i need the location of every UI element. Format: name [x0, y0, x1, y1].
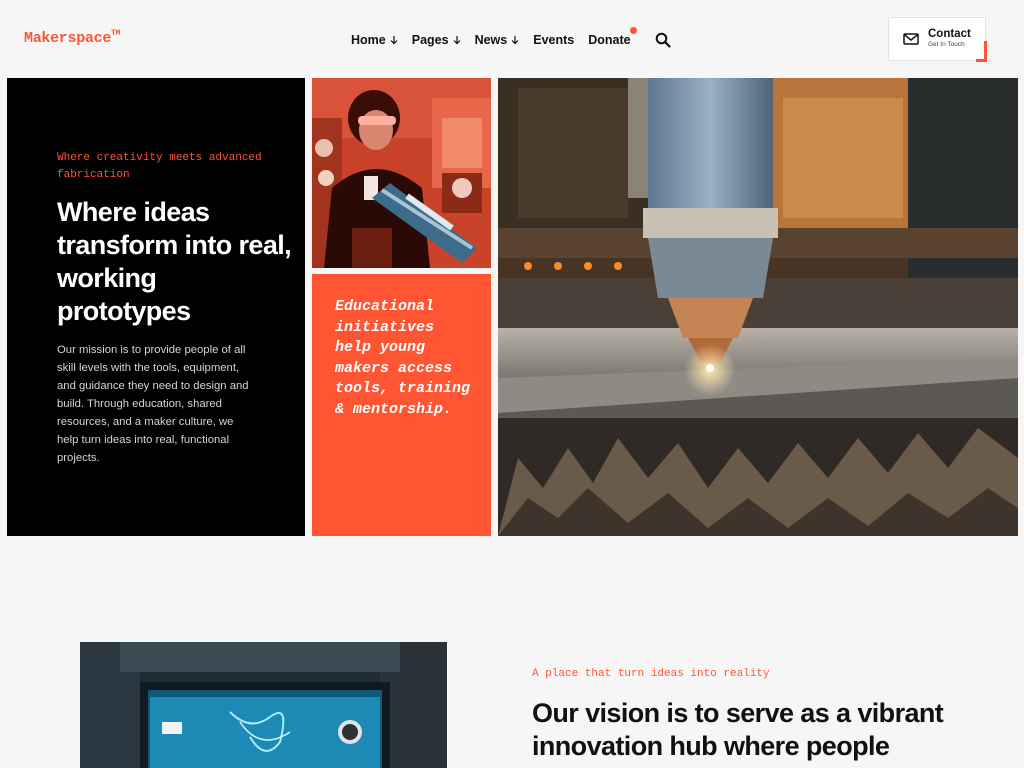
contact-text: Contact Get In Touch	[928, 28, 971, 50]
nav-home-label: Home	[351, 33, 386, 47]
nav-news[interactable]: News	[475, 33, 520, 47]
search-icon[interactable]	[655, 32, 671, 48]
laser-cutter-photo	[498, 78, 1018, 536]
nav-news-label: News	[474, 33, 508, 47]
chevron-down-icon	[390, 36, 398, 45]
chevron-down-icon	[511, 36, 519, 45]
3d-printer-photo	[80, 642, 447, 768]
nav-pages[interactable]: Pages	[412, 33, 461, 47]
nav-events[interactable]: Events	[533, 33, 574, 47]
main-nav: Home Pages News Events Donate	[351, 27, 671, 48]
laser-cutter-illustration	[498, 78, 1018, 536]
contact-button[interactable]: Contact Get In Touch	[888, 17, 987, 62]
3d-printer-illustration	[80, 642, 447, 768]
hero-intro-panel: Where creativity meets advanced fabricat…	[7, 78, 305, 536]
nav-donate[interactable]: Donate	[588, 27, 637, 47]
chevron-down-icon	[453, 36, 461, 45]
contact-sublabel: Get In Touch	[928, 41, 965, 48]
site-logo[interactable]: MakerspaceTM	[24, 29, 121, 47]
site-header: MakerspaceTM Home Pages News Events Dona…	[0, 0, 1024, 78]
education-callout: Educational initiatives help young maker…	[312, 274, 491, 536]
trademark-mark: TM	[111, 29, 121, 38]
hero-kicker: Where creativity meets advanced fabricat…	[57, 152, 262, 181]
nav-donate-label: Donate	[588, 33, 631, 47]
vision-kicker: A place that turn ideas into reality	[532, 668, 770, 680]
nav-events-label: Events	[533, 33, 575, 47]
student-workshop-photo	[312, 78, 491, 268]
nav-pages-label: Pages	[411, 33, 449, 47]
hero-title: Where ideas transform into real, working…	[57, 197, 292, 326]
notification-dot	[629, 27, 637, 34]
contact-label: Contact	[928, 28, 971, 40]
hero-description: Our mission is to provide people of all …	[57, 344, 249, 464]
mail-icon	[903, 33, 919, 45]
education-callout-text: Educational initiatives help young maker…	[335, 298, 471, 418]
student-workshop-illustration	[312, 78, 491, 268]
nav-home[interactable]: Home	[351, 33, 398, 47]
vision-title: Our vision is to serve as a vibrant inno…	[532, 698, 944, 761]
